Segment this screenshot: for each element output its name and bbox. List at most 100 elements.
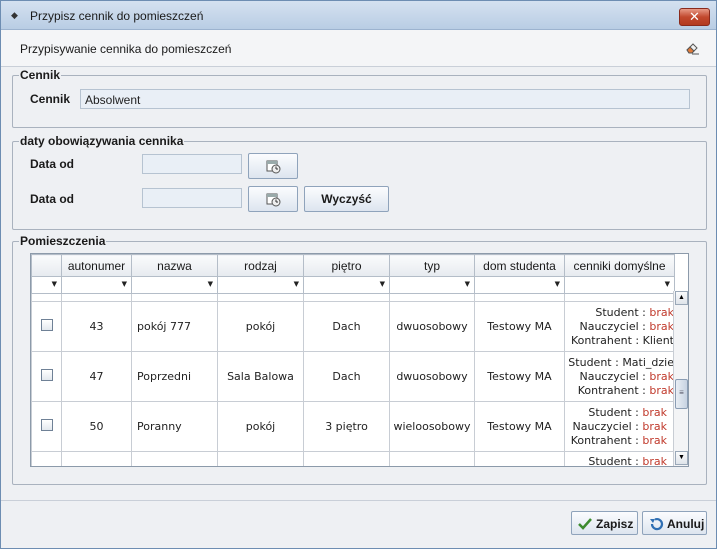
dom-studenta-cell: Testowy MA [474, 351, 565, 402]
column-header-rodzaj[interactable]: rodzaj [217, 254, 304, 277]
nazwa-cell [131, 451, 218, 466]
dropdown-arrow-icon: ▼ [293, 280, 299, 288]
calendar-icon [266, 160, 281, 174]
date-from-picker-button[interactable] [248, 153, 298, 179]
cennik-legend: Cennik [19, 68, 62, 82]
table-row[interactable]: 50 Poranny pokój 3 piętro wieloosobowy T… [31, 401, 675, 452]
nazwa-cell: Poprzedni [131, 351, 218, 402]
filter-nazwa[interactable]: ▼ [131, 276, 218, 294]
table-row[interactable]: 47 Poprzedni Sala Balowa Dach dwuosobowy… [31, 351, 675, 402]
column-header-nazwa[interactable]: nazwa [131, 254, 218, 277]
cennik-label: Cennik [30, 92, 71, 106]
rooms-table: autonumer nazwa rodzaj piętro typ dom st… [31, 254, 675, 467]
filter-select[interactable]: ▼ [31, 276, 62, 294]
save-label: Zapisz [596, 517, 634, 531]
close-button[interactable]: ✕ [679, 8, 710, 26]
clear-dates-button[interactable]: Wyczyść [304, 186, 389, 212]
cennik-line: Nauczyciel : brak [579, 319, 674, 333]
filter-typ[interactable]: ▼ [389, 276, 475, 294]
cancel-label: Anuluj [667, 517, 705, 531]
cennik-line: Kontrahent : brak [570, 433, 667, 447]
row-select-cell[interactable] [31, 301, 62, 352]
dialog-window: ◆ Przypisz cennik do pomieszczeń ✕ Przyp… [0, 0, 717, 549]
typ-cell [389, 451, 475, 466]
autonumer-cell: 43 [61, 301, 132, 352]
pietro-cell: 3 piętro [303, 401, 390, 452]
autonumer-cell [61, 451, 132, 466]
rooms-legend: Pomieszczenia [19, 234, 107, 248]
eraser-icon[interactable] [684, 40, 700, 56]
table-row[interactable]: 43 pokój 777 pokój Dach dwuosobowy Testo… [31, 301, 675, 352]
row-select-cell[interactable] [31, 451, 62, 467]
app-icon: ◆ [11, 10, 18, 20]
filter-autonumer[interactable]: ▼ [61, 276, 132, 294]
filter-cenniki[interactable]: ▼ [564, 276, 675, 294]
column-header-cenniki[interactable]: cenniki domyślne [564, 254, 675, 277]
scroll-down-button[interactable]: ▼ [675, 451, 688, 465]
dropdown-arrow-icon: ▼ [554, 280, 560, 288]
column-header-autonumer[interactable]: autonumer [61, 254, 132, 277]
dom-studenta-cell [474, 451, 565, 466]
dropdown-arrow-icon: ▼ [121, 280, 127, 288]
cennik-line: Nauczyciel : brak [572, 419, 667, 433]
row-select-cell[interactable] [31, 351, 62, 402]
dropdown-arrow-icon: ▼ [664, 280, 670, 288]
cennik-line: Student : brak [595, 305, 674, 319]
dates-legend: daty obowiązywania cennika [19, 134, 185, 148]
pietro-cell: Dach [303, 351, 390, 402]
date-from-field[interactable] [142, 154, 242, 174]
row-checkbox[interactable] [40, 369, 53, 381]
cenniki-cell: Student : brak [564, 451, 675, 467]
window-title: Przypisz cennik do pomieszczeń [30, 9, 204, 23]
dates-group: daty obowiązywania cennika Data od Data … [12, 134, 707, 230]
filter-dom-studenta[interactable]: ▼ [474, 276, 565, 294]
column-header-select[interactable] [31, 254, 62, 277]
date-to-label: Data od [30, 192, 75, 206]
cennik-line: Student : Mati_dzie [568, 355, 674, 369]
rodzaj-cell [217, 451, 304, 466]
table-spacer [31, 293, 675, 302]
row-checkbox[interactable] [41, 466, 53, 467]
table-row[interactable]: Student : brak [31, 451, 675, 467]
cennik-line: Nauczyciel : brak [579, 369, 674, 383]
check-icon [578, 518, 592, 530]
date-to-picker-button[interactable] [248, 186, 298, 212]
dom-studenta-cell: Testowy MA [474, 301, 565, 352]
rodzaj-cell: pokój [217, 301, 304, 352]
cancel-button[interactable]: Anuluj [642, 511, 707, 535]
rodzaj-cell: Sala Balowa [217, 351, 304, 402]
scroll-up-button[interactable]: ▲ [675, 291, 688, 305]
column-header-pietro[interactable]: piętro [303, 254, 390, 277]
save-button[interactable]: Zapisz [571, 511, 638, 535]
filter-pietro[interactable]: ▼ [303, 276, 390, 294]
scroll-thumb[interactable]: ≡ [675, 379, 688, 409]
cennik-line: Kontrahent : brak [577, 383, 674, 397]
cennik-field[interactable]: Absolwent [80, 89, 690, 109]
undo-icon [650, 517, 664, 531]
cennik-line: Student : brak [588, 455, 667, 467]
row-checkbox[interactable] [40, 319, 53, 331]
nazwa-cell: pokój 777 [131, 301, 218, 352]
title-bar[interactable]: ◆ Przypisz cennik do pomieszczeń ✕ [1, 1, 716, 30]
cennik-line: Student : brak [588, 405, 667, 419]
typ-cell: dwuosobowy [389, 351, 475, 402]
column-header-typ[interactable]: typ [389, 254, 475, 277]
column-header-dom-studenta[interactable]: dom studenta [474, 254, 565, 277]
row-checkbox[interactable] [40, 419, 53, 431]
pietro-cell: Dach [303, 301, 390, 352]
cennik-line: Kontrahent : Klient [570, 333, 674, 347]
cenniki-cell: Student : brak Nauczyciel : brak Kontrah… [564, 301, 675, 352]
table-vertical-scrollbar[interactable]: ▲ ≡ ▼ [673, 291, 688, 466]
dialog-header: Przypisywanie cennika do pomieszczeń [1, 30, 716, 67]
dropdown-arrow-icon: ▼ [207, 280, 213, 288]
date-to-field[interactable] [142, 188, 242, 208]
rooms-table-wrapper: autonumer nazwa rodzaj piętro typ dom st… [30, 253, 689, 467]
autonumer-cell: 47 [61, 351, 132, 402]
row-select-cell[interactable] [31, 401, 62, 452]
filter-rodzaj[interactable]: ▼ [217, 276, 304, 294]
typ-cell: dwuosobowy [389, 301, 475, 352]
rodzaj-cell: pokój [217, 401, 304, 452]
cenniki-cell: Student : Mati_dzie Nauczyciel : brak Ko… [564, 351, 675, 402]
typ-cell: wieloosobowy [389, 401, 475, 452]
date-from-label: Data od [30, 157, 75, 171]
